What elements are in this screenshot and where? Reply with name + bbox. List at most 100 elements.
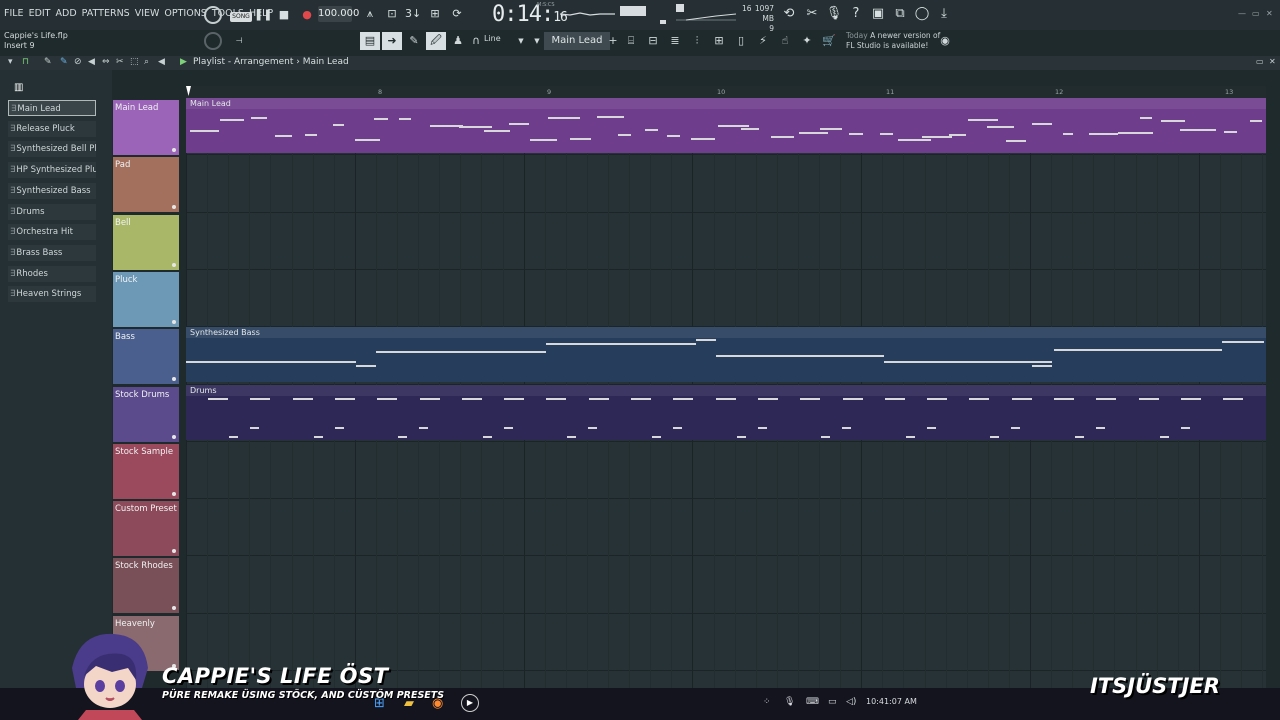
plugin-picker-icon[interactable]: ▯ <box>732 32 750 50</box>
sidebar-item[interactable]: ∃Main Lead <box>8 100 96 116</box>
track-header[interactable]: Pad <box>113 157 179 213</box>
minimize-icon[interactable]: — <box>1238 9 1246 18</box>
sidebar-item[interactable]: ∃Release Pluck <box>8 120 96 137</box>
undo-icon[interactable]: ⟲ <box>780 6 798 21</box>
sidebar-item[interactable]: ∃Orchestra Hit <box>8 224 96 241</box>
stop-button[interactable]: ■ <box>277 8 291 21</box>
news-panel[interactable]: Today A newer version of FL Studio is av… <box>846 31 940 51</box>
download-icon[interactable]: ⤓ <box>935 6 953 21</box>
track-mute-led-icon[interactable] <box>172 262 176 267</box>
pattern-song-knob-icon[interactable] <box>204 6 222 24</box>
tray-mic-icon[interactable]: 🎙 <box>784 697 795 707</box>
master-pitch-icon[interactable]: ⊣ <box>232 36 246 45</box>
playlist-window-icon[interactable]: ▤ <box>360 32 380 50</box>
track-header[interactable]: Stock Sample <box>113 443 179 499</box>
draw-tool-icon[interactable]: ✎ <box>404 32 424 50</box>
wand-icon[interactable]: ✦ <box>798 32 816 50</box>
step-sequencer-icon[interactable]: ⊟ <box>644 32 662 50</box>
stamp-icon[interactable]: ♟ <box>448 32 468 50</box>
track-mute-led-icon[interactable] <box>172 205 176 210</box>
menu-options[interactable]: OPTIONS <box>164 8 206 19</box>
playlist-close-icon[interactable]: ✕ <box>1269 57 1276 66</box>
clip-header[interactable] <box>186 327 1266 339</box>
media-player-icon[interactable]: ▶ <box>461 694 479 712</box>
track-header[interactable]: Bass <box>113 329 179 385</box>
song-mode-toggle[interactable]: SONG <box>230 12 252 22</box>
step-edit-icon[interactable]: ⊞ <box>427 7 443 20</box>
slice-mode-icon[interactable]: ✂ <box>116 57 124 67</box>
paint-mode-icon[interactable]: ✎ <box>60 57 68 67</box>
record-button[interactable]: ● <box>300 8 314 21</box>
pattern-clip[interactable]: Main Lead <box>186 98 1266 153</box>
track-mute-led-icon[interactable] <box>172 377 176 382</box>
select-mode-icon[interactable]: ⬚ <box>130 57 139 67</box>
countdown-icon[interactable]: 3↓ <box>405 7 421 20</box>
track-mute-led-icon[interactable] <box>172 491 176 496</box>
sidebar-item[interactable]: ∃Rhodes <box>8 265 96 282</box>
track-header[interactable]: Bell <box>113 214 179 270</box>
metronome-icon[interactable]: ⩚ <box>362 7 378 21</box>
draw-mode-icon[interactable]: ✎ <box>44 57 52 67</box>
mixer-icon[interactable]: ⧉ <box>891 6 909 21</box>
clip-header[interactable] <box>186 98 1266 109</box>
wait-input-icon[interactable]: ⊡ <box>384 7 400 20</box>
track-header[interactable]: Stock Rhodes <box>113 558 179 614</box>
loop-record-icon[interactable]: ⟳ <box>449 7 465 20</box>
microphone-icon[interactable]: 🎙 <box>825 6 843 21</box>
snap-chevron-down-icon[interactable]: ▼ <box>516 32 526 50</box>
pattern-chevron-down-icon[interactable]: ▼ <box>532 32 542 50</box>
sidebar-item[interactable]: ∃Synthesized Bell Pluck <box>8 141 96 158</box>
master-volume-knob-icon[interactable] <box>204 32 222 50</box>
mixer-view-icon[interactable]: ⫶ <box>688 32 706 50</box>
sidebar-item[interactable]: ∃Heaven Strings <box>8 286 96 303</box>
cut-icon[interactable]: ✂ <box>803 6 821 21</box>
pattern-select[interactable]: Main Lead <box>544 32 610 50</box>
piano-roll-icon[interactable]: ⌸ <box>622 32 640 50</box>
close-icon[interactable]: ✕ <box>1266 9 1273 18</box>
track-mute-led-icon[interactable] <box>172 148 176 152</box>
playlist-icon[interactable]: ≣ <box>666 32 684 50</box>
track-header[interactable]: Custom Preset <box>113 501 179 557</box>
track-header[interactable]: Main Lead <box>113 100 179 155</box>
playback-mode-icon[interactable]: ◀ <box>158 57 165 67</box>
tray-grid-icon[interactable]: ⁘ <box>763 697 771 707</box>
plug-icon[interactable]: ⚡ <box>754 32 772 50</box>
menu-patterns[interactable]: PATTERNS <box>82 8 130 19</box>
tray-keyboard-icon[interactable]: ⌨ <box>806 697 819 707</box>
tempo-display[interactable]: 100.000 <box>318 6 359 22</box>
browser-icon[interactable]: ⊞ <box>710 32 728 50</box>
snap-select[interactable]: Line <box>484 34 501 43</box>
track-header[interactable]: Pluck <box>113 271 179 327</box>
taskbar-clock[interactable]: 10:41:07 AM <box>866 697 917 706</box>
track-mute-led-icon[interactable] <box>172 319 176 324</box>
sidebar-item[interactable]: ∃HP Synthesized Pluck <box>8 162 96 179</box>
track-header[interactable]: Stock Drums <box>113 386 179 442</box>
snap-magnet-icon[interactable]: ⊓ <box>22 57 29 67</box>
menu-view[interactable]: VIEW <box>135 8 160 19</box>
globe-icon[interactable]: ◉ <box>938 32 952 50</box>
pattern-clip[interactable]: Drums <box>186 384 1266 440</box>
clip-header[interactable] <box>186 384 1266 396</box>
zoom-mode-icon[interactable]: ⌕ <box>144 57 149 67</box>
tray-display-icon[interactable]: ▭ <box>828 697 837 707</box>
restore-icon[interactable]: ▭ <box>1252 9 1260 18</box>
track-mute-led-icon[interactable] <box>172 434 176 439</box>
paint-tool-icon[interactable]: 🖉 <box>426 32 446 50</box>
timeline-ruler[interactable] <box>186 86 1266 98</box>
shop-icon[interactable]: 🛒 <box>820 32 838 50</box>
menu-add[interactable]: ADD <box>56 8 77 19</box>
track-mute-led-icon[interactable] <box>172 606 176 611</box>
menu-file[interactable]: FILE <box>4 8 24 19</box>
delete-mode-icon[interactable]: ⊘ <box>74 57 82 67</box>
help-icon[interactable]: ? <box>847 6 865 21</box>
slip-mode-icon[interactable]: ⇔ <box>102 57 110 67</box>
sidebar-item[interactable]: ∃Synthesized Bass <box>8 182 96 199</box>
pause-button[interactable]: ❚❚ <box>254 8 272 21</box>
mute-mode-icon[interactable]: ◀ <box>88 57 95 67</box>
sidebar-item[interactable]: ∃Drums <box>8 203 96 220</box>
menu-edit[interactable]: EDIT <box>29 8 51 19</box>
channel-rack-icon[interactable]: ➜ <box>382 32 402 50</box>
playlist-menu-arrow-icon[interactable]: ▾ <box>8 57 13 67</box>
sidebar-item[interactable]: ∃Brass Bass <box>8 244 96 261</box>
add-pattern-icon[interactable]: + <box>608 32 618 50</box>
